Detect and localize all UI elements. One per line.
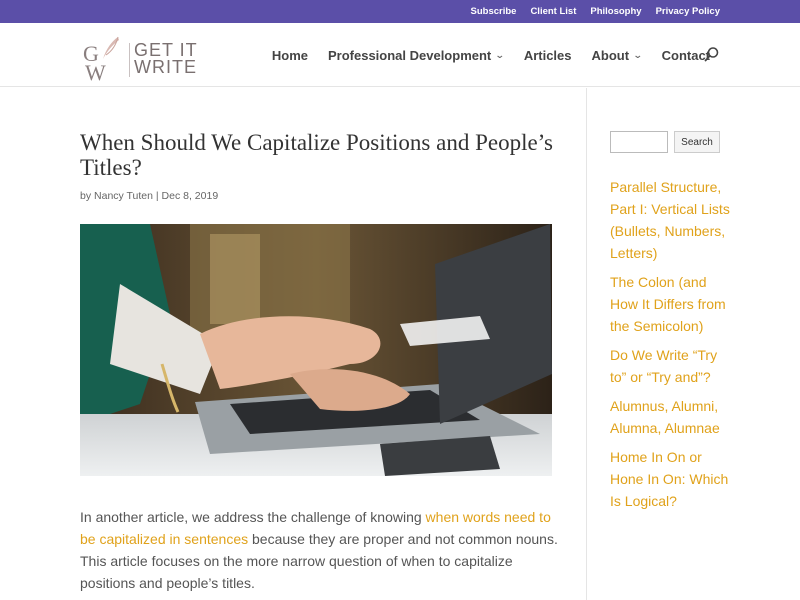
main-nav: Home Professional Development ⌄ Articles… bbox=[272, 23, 710, 87]
sidebar-search-input[interactable] bbox=[610, 131, 668, 153]
chevron-down-icon: ⌄ bbox=[495, 49, 505, 60]
nav-about-label: About bbox=[591, 47, 630, 63]
featured-image bbox=[80, 224, 552, 476]
author-link[interactable]: Nancy Tuten bbox=[94, 190, 153, 202]
nav-home[interactable]: Home bbox=[272, 48, 308, 63]
recent-post-link[interactable]: Parallel Structure, Part I: Vertical Lis… bbox=[610, 176, 730, 264]
nav-articles[interactable]: Articles bbox=[524, 48, 572, 63]
recent-post-link[interactable]: Alumnus, Alumni, Alumna, Alumnae bbox=[610, 395, 730, 439]
meta-separator: | bbox=[152, 190, 162, 202]
post-date: Dec 8, 2019 bbox=[161, 190, 219, 202]
philosophy-link[interactable]: Philosophy bbox=[590, 6, 641, 17]
author-prefix: by bbox=[80, 190, 95, 202]
gw-logo-mark-icon: G W bbox=[83, 36, 119, 81]
nav-articles-label: Articles bbox=[523, 47, 572, 63]
site-header: G W GET IT WRITE Home Professional Devel… bbox=[0, 23, 800, 87]
nav-contact[interactable]: Contact bbox=[662, 48, 710, 63]
post-title: When Should We Capitalize Positions and … bbox=[80, 130, 554, 180]
sidebar-search-button[interactable]: Search bbox=[674, 131, 720, 153]
client-list-link[interactable]: Client List bbox=[530, 6, 576, 17]
top-bar-links: Subscribe Client List Philosophy Privacy… bbox=[471, 0, 721, 23]
nav-contact-label: Contact bbox=[661, 47, 710, 63]
nav-about[interactable]: About ⌄ bbox=[591, 47, 643, 63]
recent-post-link[interactable]: The Colon (and How It Differs from the S… bbox=[610, 271, 730, 337]
site-logo[interactable]: G W GET IT WRITE bbox=[82, 29, 222, 81]
nav-professional-development-label: Professional Development bbox=[327, 47, 492, 63]
laptop-typing-photo bbox=[80, 224, 552, 476]
recent-post-link[interactable]: Do We Write “Try to” or “Try and”? bbox=[610, 344, 730, 388]
privacy-policy-link[interactable]: Privacy Policy bbox=[656, 6, 720, 17]
search-icon[interactable] bbox=[704, 46, 720, 62]
logo-wordmark: GET IT WRITE bbox=[134, 41, 224, 77]
recent-post-link[interactable]: Home In On or Hone In On: Which Is Logic… bbox=[610, 446, 730, 512]
post-intro: In another article, we address the chall… bbox=[80, 506, 560, 594]
svg-text:W: W bbox=[85, 60, 106, 81]
nav-home-label: Home bbox=[271, 47, 308, 63]
post-meta: by Nancy Tuten | Dec 8, 2019 bbox=[80, 190, 218, 202]
nav-professional-development[interactable]: Professional Development ⌄ bbox=[327, 47, 505, 63]
logo-divider bbox=[129, 43, 130, 77]
sidebar-divider bbox=[586, 88, 587, 600]
top-bar: Subscribe Client List Philosophy Privacy… bbox=[0, 0, 800, 23]
chevron-down-icon: ⌄ bbox=[632, 49, 643, 60]
logo-line-2: WRITE bbox=[134, 57, 197, 77]
subscribe-link[interactable]: Subscribe bbox=[471, 6, 517, 17]
recent-posts-list: Parallel Structure, Part I: Vertical Lis… bbox=[610, 176, 730, 519]
intro-text-start: In another article, we address the chall… bbox=[80, 509, 426, 525]
